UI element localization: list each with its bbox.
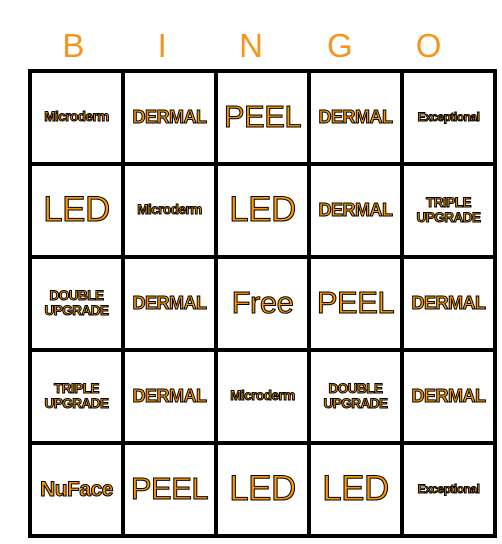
header-letter: B <box>62 27 85 64</box>
bingo-cell[interactable]: PEEL <box>121 441 218 538</box>
bingo-cell[interactable]: PEEL <box>214 69 311 166</box>
bingo-cell[interactable]: Exceptional <box>400 69 497 166</box>
bingo-cell[interactable]: DERMAL <box>307 69 404 166</box>
header-letter: I <box>157 27 167 64</box>
bingo-cell[interactable]: DERMAL <box>121 69 218 166</box>
bingo-cell[interactable]: Free <box>214 255 311 352</box>
bingo-cell[interactable]: Microderm <box>214 348 311 445</box>
bingo-cell[interactable]: DERMAL <box>121 255 218 352</box>
bingo-cell[interactable]: LED <box>214 441 311 538</box>
bingo-cell[interactable]: LED <box>214 162 311 259</box>
bingo-cell[interactable]: LED <box>28 162 125 259</box>
bingo-row: NuFace PEEL LED LED Exceptional <box>28 441 497 538</box>
bingo-cell[interactable]: TRIPLE UPGRADE <box>400 162 497 259</box>
bingo-header: B I N G O <box>29 26 473 66</box>
bingo-cell[interactable]: DERMAL <box>307 162 404 259</box>
bingo-cell[interactable]: DERMAL <box>400 348 497 445</box>
bingo-row: DOUBLE UPGRADE DERMAL Free PEEL DERMAL <box>28 255 497 352</box>
bingo-cell[interactable]: LED <box>307 441 404 538</box>
bingo-cell[interactable]: Microderm <box>121 162 218 259</box>
bingo-cell[interactable]: Exceptional <box>400 441 497 538</box>
bingo-cell[interactable]: PEEL <box>307 255 404 352</box>
bingo-cell[interactable]: DOUBLE UPGRADE <box>28 255 125 352</box>
header-letter: N <box>239 27 263 64</box>
header-letter: O <box>415 27 442 64</box>
bingo-cell[interactable]: DERMAL <box>121 348 218 445</box>
bingo-row: LED Microderm LED DERMAL TRIPLE UPGRADE <box>28 162 497 259</box>
bingo-cell[interactable]: DOUBLE UPGRADE <box>307 348 404 445</box>
bingo-grid: Microderm DERMAL PEEL DERMAL Exceptional LED M… <box>28 69 497 538</box>
bingo-row: Microderm DERMAL PEEL DERMAL Exceptional <box>28 69 497 166</box>
bingo-cell[interactable]: NuFace <box>28 441 125 538</box>
bingo-cell[interactable]: TRIPLE UPGRADE <box>28 348 125 445</box>
bingo-cell[interactable]: Microderm <box>28 69 125 166</box>
header-letter: G <box>326 27 353 64</box>
bingo-row: TRIPLE UPGRADE DERMAL Microderm DOUBLE UPGR… <box>28 348 497 445</box>
bingo-cell[interactable]: DERMAL <box>400 255 497 352</box>
